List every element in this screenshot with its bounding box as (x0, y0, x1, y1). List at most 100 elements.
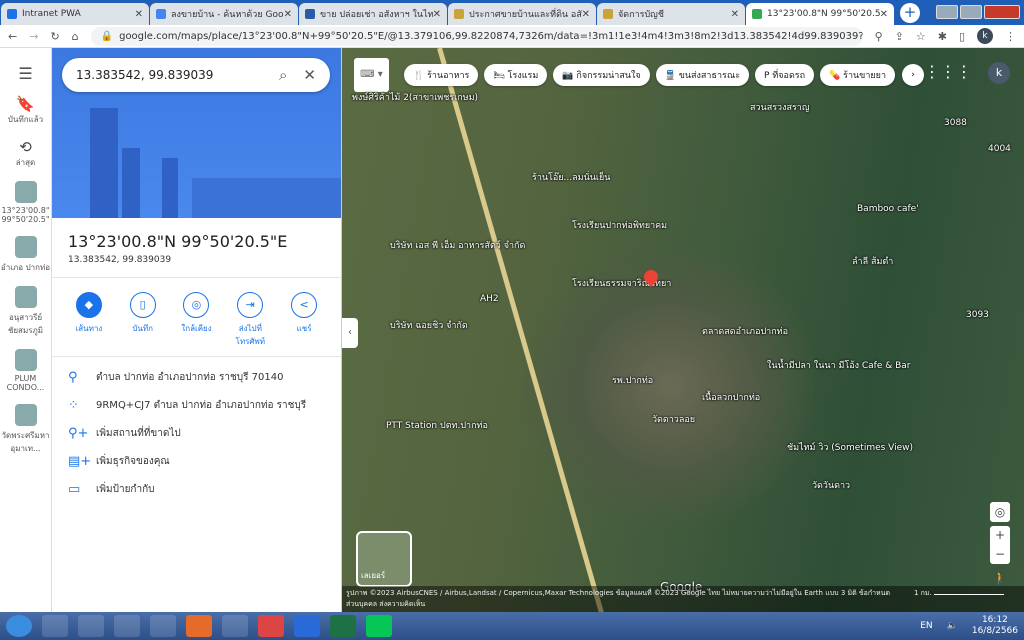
map-place-label[interactable]: วัดดาวลอย (652, 412, 695, 426)
browser-tab[interactable]: ขาย ปล่อยเช่า อสังหาฯ ในไทย ✕ (299, 3, 447, 25)
action-send-to-phone[interactable]: ⇥ ส่งไปที่โทรศัพท์ (224, 292, 276, 348)
language-indicator[interactable]: EN (920, 621, 932, 631)
clock[interactable]: 16:12 16/8/2566 (972, 615, 1018, 637)
hamburger-menu-icon[interactable]: ☰ (0, 64, 51, 83)
map-place-label[interactable]: ในน้ำมีปลา ในนา มีโอ้ง Cafe & Bar (767, 358, 911, 372)
my-location-button[interactable]: ◎ (990, 502, 1010, 522)
zoom-in-button[interactable]: + (990, 526, 1010, 545)
map-place-label[interactable]: 3088 (944, 118, 967, 128)
profile-avatar[interactable]: k (977, 28, 993, 44)
close-tab-icon[interactable]: ✕ (433, 9, 441, 20)
clear-search-icon[interactable]: ✕ (303, 66, 316, 84)
chips-next-button[interactable]: › (902, 64, 924, 86)
pegman-icon[interactable]: 🚶 (990, 568, 1010, 588)
close-tab-icon[interactable]: ✕ (731, 9, 739, 20)
attribution-links[interactable]: ส่วนบุคคล ส่งความคิดเห็น (346, 599, 1020, 610)
map-place-label[interactable]: ตลาดสดอำเภอปากท่อ (702, 324, 788, 338)
action-directions[interactable]: ◆ เส้นทาง (63, 292, 115, 348)
browser-tab[interactable]: ประกาศขายบ้านและที่ดิน อสังหา✕ (448, 3, 596, 25)
excel-icon[interactable] (330, 615, 356, 637)
zoom-out-button[interactable]: − (990, 545, 1010, 564)
satellite-map[interactable]: ⌨ ▾ 🍴 ร้านอาหาร 🛏 โรงแรม 📷 กิจกรรมน่าสนใจ 🚆… (342, 48, 1024, 612)
close-tab-icon[interactable]: ✕ (284, 9, 292, 20)
browser-tab[interactable]: ลงขายบ้าน - ค้นหาด้วย Google✕ (150, 3, 298, 25)
location-icon[interactable]: ⚲ (875, 30, 883, 43)
search-box[interactable]: 13.383542, 99.839039 ⌕ ✕ (62, 58, 330, 92)
browser-tab[interactable]: จัดการบัญชี ✕ (597, 3, 745, 25)
line-icon[interactable] (366, 615, 392, 637)
map-place-label[interactable]: ลำลี ส้มตำ (852, 254, 893, 268)
map-place-label[interactable]: วัดวันดาว (812, 478, 850, 492)
category-chip[interactable]: 🍴 ร้านอาหาร (404, 64, 479, 86)
category-chip[interactable]: 🛏 โรงแรม (484, 64, 548, 86)
close-tab-icon[interactable]: ✕ (880, 9, 888, 20)
category-chip[interactable]: P ที่จอดรถ (755, 64, 815, 86)
search-input[interactable]: 13.383542, 99.839039 (76, 68, 263, 82)
volume-icon[interactable]: 🔈 (947, 621, 958, 631)
layers-button[interactable]: เลเยอร์ (356, 531, 412, 587)
collapse-panel-button[interactable]: ‹ (342, 318, 358, 348)
calculator-icon[interactable] (114, 615, 140, 637)
rail-item[interactable]: อำเภอ ปากท่อ (0, 236, 51, 274)
star-icon[interactable]: ☆ (916, 30, 926, 43)
map-place-label[interactable]: 4004 (988, 144, 1011, 154)
rail-item[interactable]: 🔖 บันทึกแล้ว (0, 95, 51, 126)
back-icon[interactable]: ← (8, 30, 17, 43)
rail-item[interactable]: PLUM CONDO... (0, 349, 51, 392)
action-nearby[interactable]: ◎ ใกล้เคียง (170, 292, 222, 348)
url-field[interactable]: 🔒 google.com/maps/place/13°23'00.8"N+99°5… (90, 26, 863, 46)
forward-icon[interactable]: → (29, 30, 38, 43)
g-app-icon[interactable] (294, 615, 320, 637)
action-bookmark[interactable]: ▯ บันทึก (117, 292, 169, 348)
map-place-label[interactable]: Bamboo cafe' (857, 204, 919, 214)
map-place-label[interactable]: บริษัท เอส พี เอ็ม อาหารสัตว์ จำกัด (390, 238, 525, 252)
map-place-label[interactable]: เนื้อลวกปากท่อ (702, 390, 760, 404)
keyboard-shortcuts-button[interactable]: ⌨ ▾ (354, 58, 389, 92)
info-row[interactable]: ⚲+ เพิ่มสถานที่ที่ขาดไป (52, 419, 341, 447)
start-button[interactable] (6, 615, 32, 637)
browser-tab[interactable]: Intranet PWA ✕ (1, 3, 149, 25)
map-place-label[interactable]: ชัมไทม์ วิว (Sometimes View) (787, 440, 913, 454)
info-row[interactable]: ▤+ เพิ่มธุรกิจของคุณ (52, 447, 341, 475)
reload-icon[interactable]: ↻ (50, 30, 59, 43)
rail-item[interactable]: 13°23'00.8" 99°50'20.5" (0, 181, 51, 224)
apps-grid-icon[interactable]: ⋮⋮⋮ (924, 62, 972, 81)
chrome-icon[interactable] (258, 615, 284, 637)
rail-item[interactable]: อนุสาวรีย์ชัยสมรภูมิ (0, 286, 51, 337)
category-chip[interactable]: 💊 ร้านขายยา (820, 64, 895, 86)
info-row[interactable]: ▭ เพิ่มป้ายกำกับ (52, 475, 341, 503)
maximize-button[interactable] (960, 5, 982, 19)
map-profile-avatar[interactable]: k (988, 62, 1010, 84)
ie-icon[interactable] (42, 615, 68, 637)
app-icon[interactable] (78, 615, 104, 637)
home-icon[interactable]: ⌂ (72, 30, 79, 43)
menu-icon[interactable]: ⋮ (1005, 30, 1016, 43)
minimize-button[interactable] (936, 5, 958, 19)
share-icon[interactable]: ⇪ (895, 30, 904, 43)
map-place-label[interactable]: PTT Station ปตท.ปากท่อ (386, 418, 488, 432)
new-tab-button[interactable]: + (900, 3, 920, 23)
scale-bar[interactable]: 1 กม. (914, 588, 1004, 599)
category-chip[interactable]: 📷 กิจกรรมน่าสนใจ (553, 64, 650, 86)
action-share[interactable]: < แชร์ (278, 292, 330, 348)
close-window-button[interactable] (984, 5, 1020, 19)
extensions-icon[interactable]: ✱ (938, 30, 947, 43)
map-place-label[interactable]: AH2 (480, 294, 499, 304)
firefox-icon[interactable] (186, 615, 212, 637)
map-place-label[interactable]: รพ.ปากท่อ (612, 373, 653, 387)
map-place-label[interactable]: พงษ์ศิริค้าไม้ 2(สาขาเพชรเกษม) (352, 90, 478, 104)
category-chip[interactable]: 🚆 ขนส่งสาธารณะ (655, 64, 750, 86)
sidepanel-icon[interactable]: ▯ (959, 30, 965, 43)
search-icon[interactable]: ⌕ (279, 66, 287, 84)
rail-item[interactable]: ⟲ ล่าสุด (0, 138, 51, 169)
browser-tab[interactable]: 13°23'00.8"N 99°50'20.5"E ✕ (746, 3, 894, 25)
map-place-label[interactable]: สวนสรวงสราญ (750, 100, 810, 114)
paint-icon[interactable] (222, 615, 248, 637)
map-place-label[interactable]: โรงเรียนปากท่อพิทยาคม (572, 218, 667, 232)
close-tab-icon[interactable]: ✕ (135, 9, 143, 20)
map-place-label[interactable]: ร้านโอ๊ย...ลมนั่นเย็น (532, 170, 610, 184)
map-place-label[interactable]: 3093 (966, 310, 989, 320)
map-place-label[interactable]: บริษัท ฉอยชิว จำกัด (390, 318, 468, 332)
rail-item[interactable]: วัดพระศรีมหาอุมาเท... (0, 404, 51, 455)
file-explorer-icon[interactable] (150, 615, 176, 637)
